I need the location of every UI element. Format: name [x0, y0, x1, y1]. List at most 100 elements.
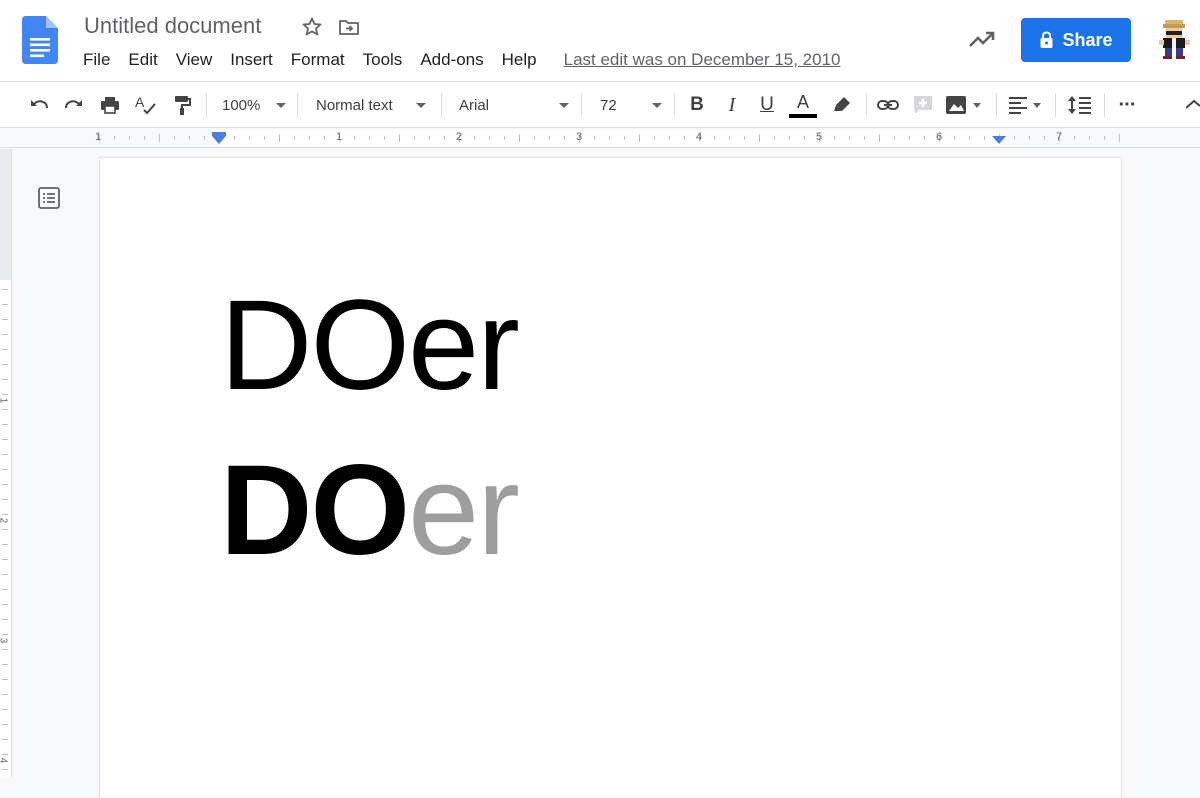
ruler-tick — [1014, 136, 1015, 140]
add-comment-icon[interactable] — [910, 92, 936, 118]
avatar[interactable] — [1155, 18, 1195, 60]
vertical-ruler-tick — [2, 769, 8, 770]
ruler-tick — [264, 136, 265, 140]
font-family-select[interactable]: Arial — [459, 92, 571, 118]
document-text-bold-part[interactable]: DO — [220, 439, 410, 582]
vertical-ruler-tick — [2, 289, 8, 290]
ruler-tick — [204, 136, 205, 140]
ruler-tick — [129, 136, 130, 140]
ruler-tick — [1074, 136, 1075, 140]
text-color-swatch — [789, 113, 817, 118]
link-icon[interactable] — [875, 92, 901, 118]
italic-label: I — [728, 93, 736, 116]
ruler-tick — [384, 136, 385, 140]
vertical-ruler-tick — [2, 559, 8, 560]
ruler-tick — [189, 136, 190, 140]
ruler-tick — [954, 136, 955, 140]
vertical-ruler-tick — [2, 439, 8, 440]
right-indent-marker[interactable] — [992, 136, 1006, 144]
chevron-down-icon — [276, 103, 286, 108]
paint-format-icon[interactable] — [169, 92, 195, 118]
highlighter-icon[interactable] — [829, 92, 855, 118]
print-icon[interactable] — [97, 92, 123, 118]
vertical-ruler-number: 3 — [0, 638, 8, 644]
vertical-ruler-tick — [2, 709, 8, 710]
ruler-tick — [1104, 136, 1105, 140]
vertical-ruler-tick — [2, 409, 8, 410]
more-icon[interactable]: ··· — [1114, 92, 1140, 118]
ruler-tick — [924, 136, 925, 140]
ruler-tick — [609, 136, 610, 140]
vertical-ruler-tick — [2, 694, 8, 695]
more-label: ··· — [1118, 93, 1137, 116]
zoom-value: 100% — [222, 96, 261, 114]
text-color-button[interactable]: A — [789, 92, 817, 118]
italic-button[interactable]: I — [720, 92, 744, 118]
share-button[interactable]: Share — [1021, 18, 1131, 62]
activity-trend-icon[interactable] — [968, 28, 996, 52]
bold-button[interactable]: B — [685, 92, 709, 118]
ruler-tick — [114, 136, 115, 140]
font-family-value: Arial — [459, 96, 490, 114]
text-color-label: A — [796, 91, 809, 112]
undo-icon[interactable] — [26, 92, 52, 118]
underline-button[interactable]: U — [754, 92, 780, 118]
document-text-line-2[interactable]: DOer — [220, 447, 520, 575]
vertical-ruler-tick — [2, 304, 8, 305]
google-docs-logo-icon[interactable] — [22, 16, 58, 64]
last-edit-link[interactable]: Last edit was on December 15, 2010 — [564, 50, 841, 70]
menu-view[interactable]: View — [167, 50, 222, 70]
font-size-select[interactable]: 72 — [600, 92, 664, 118]
ruler-tick — [684, 136, 685, 140]
menu-file[interactable]: File — [74, 50, 119, 70]
menu-add-ons[interactable]: Add-ons — [411, 50, 492, 70]
ruler-tick — [324, 136, 325, 140]
vertical-ruler-tick — [2, 349, 8, 350]
align-left-icon[interactable] — [1007, 92, 1047, 118]
toolbar-separator — [674, 93, 675, 117]
ruler-tick — [909, 136, 910, 140]
ruler-tick — [969, 136, 970, 140]
left-indent-marker[interactable] — [212, 136, 226, 144]
vertical-ruler-tick — [2, 514, 8, 515]
horizontal-ruler[interactable]: 1 1 2 3 4 5 6 7 — [0, 128, 1200, 148]
redo-icon[interactable] — [61, 92, 87, 118]
toolbar-separator — [866, 93, 867, 117]
document-title[interactable]: Untitled document — [84, 13, 261, 39]
document-text-gray-part[interactable]: er — [408, 439, 520, 582]
menu-help[interactable]: Help — [493, 50, 546, 70]
vertical-ruler-tick — [2, 319, 8, 320]
vertical-ruler-tick — [2, 724, 8, 725]
ruler-tick — [1044, 136, 1045, 140]
ruler-tick — [234, 136, 235, 140]
ruler-tick — [594, 136, 595, 140]
ruler-tick — [474, 136, 475, 140]
ruler-number: 5 — [816, 131, 823, 143]
menu-edit[interactable]: Edit — [119, 50, 166, 70]
ruler-tick — [759, 134, 760, 142]
ruler-tick — [249, 136, 250, 140]
menu-format[interactable]: Format — [282, 50, 354, 70]
ruler-number: 3 — [576, 131, 583, 143]
line-spacing-icon[interactable] — [1066, 92, 1094, 118]
collapse-icon[interactable] — [1186, 92, 1200, 118]
vertical-ruler-tick — [2, 379, 8, 380]
underline-label: U — [760, 94, 774, 115]
vertical-ruler-number: 4 — [0, 758, 8, 764]
vertical-ruler-tick — [2, 754, 8, 755]
document-page[interactable]: DOer DOer — [100, 158, 1121, 798]
toolbar-separator — [996, 93, 997, 117]
zoom-select[interactable]: 100% — [222, 92, 288, 118]
document-text-line-1[interactable]: DOer — [220, 282, 520, 410]
menu-tools[interactable]: Tools — [354, 50, 412, 70]
document-outline-icon[interactable] — [36, 186, 62, 210]
insert-image-icon[interactable] — [945, 92, 987, 118]
right-margin-area — [1121, 149, 1200, 778]
vertical-ruler[interactable]: 1 2 3 4 — [0, 149, 12, 778]
paragraph-style-select[interactable]: Normal text — [316, 92, 432, 118]
move-to-folder-icon[interactable] — [337, 15, 361, 39]
star-icon[interactable] — [300, 15, 324, 39]
ruler-tick — [639, 134, 640, 142]
menu-insert[interactable]: Insert — [221, 50, 282, 70]
spellcheck-icon[interactable]: A — [133, 92, 159, 118]
